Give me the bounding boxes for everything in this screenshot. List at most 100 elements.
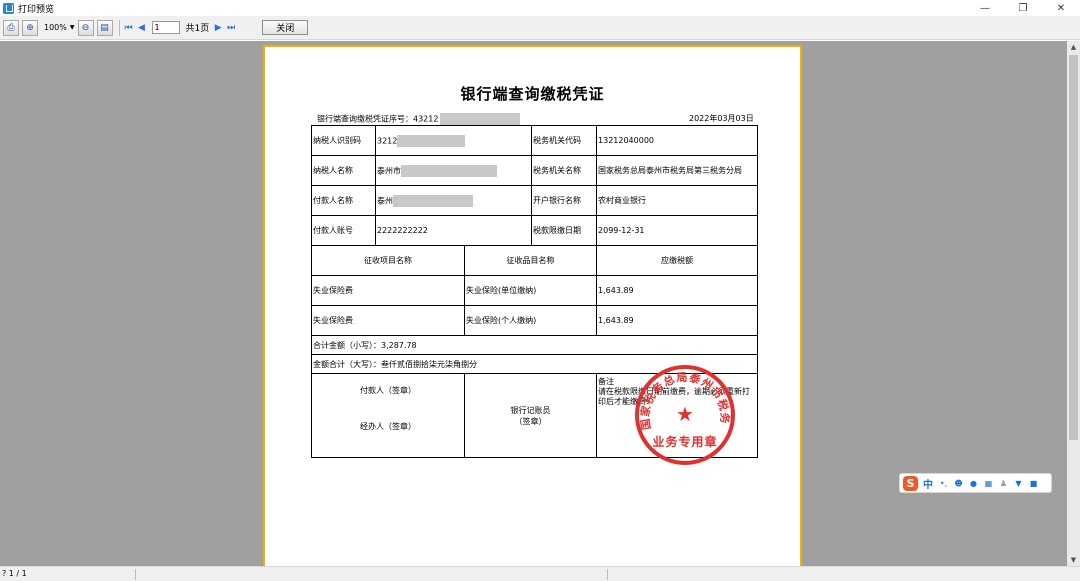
document-page: 银行端查询缴税凭证 银行端查询缴税凭证序号：43212 2022年03月03日 … [263,45,802,569]
column-header: 征收项目名称 [311,245,465,276]
field-label: 税务机关名称 [531,155,598,186]
toolbar: ⎙ ⊕ 100% ▼ ⊖ ▤ ⏮ ◀ 1 共1页 ▶ ⏭ 关闭 [0,16,1080,40]
sogou-logo-icon[interactable]: S [903,475,918,491]
item-name: 失业保险(个人缴纳) [463,305,598,336]
table-row: 失业保险费 失业保险(个人缴纳) 1,643.89 [311,305,759,336]
field-label: 税款限缴日期 [531,215,598,246]
item-project: 失业保险费 [311,275,465,306]
field-value-text: 泰州 [377,196,393,205]
field-label: 开户银行名称 [531,185,598,216]
first-page-icon: ⏮ [124,22,133,33]
last-page-icon: ⏭ [227,22,236,33]
mic-icon[interactable]: ● [969,479,978,488]
item-name: 失业保险(单位缴纳) [463,275,598,306]
column-header: 征收品目名称 [463,245,598,276]
prev-page-icon: ◀ [138,22,145,33]
field-label: 纳税人识别码 [311,125,376,156]
items-header-row: 征收项目名称 征收品目名称 应缴税额 [311,245,759,276]
next-page-button[interactable]: ▶ [212,21,224,35]
zoom-in-button[interactable]: ⊕ [22,19,38,36]
printer-icon: ⎙ [7,22,15,33]
keyboard-icon[interactable]: ▦ [984,479,993,488]
bank-clerk-label: 银行记账员 [510,405,551,415]
table-row: 纳税人名称 泰州市 税务机关名称 国家税务总局泰州市税务局第三税务分局 [311,155,759,186]
total-small-row: 合计金额（小写）：3,287.78 [310,335,759,355]
close-preview-button[interactable]: 关闭 [262,20,309,35]
table-row: 付款人账号 2222222222 税款限缴日期 2099-12-31 [311,215,759,246]
redacted-block [401,164,497,177]
close-window-button[interactable]: ✕ [1042,0,1080,16]
serial-prefix: 43212 [413,114,439,124]
bank-clerk-cell: 银行记账员 （签章） [463,373,598,458]
zoom-out-button[interactable]: ⊖ [77,19,94,36]
handler-sign-label: 经办人（签章） [360,422,416,431]
payer-sign-cell: 付款人（签章） 经办人（签章） [311,373,465,458]
zoom-out-icon: ⊖ [81,22,90,33]
page-setup-button[interactable]: ▤ [96,19,113,36]
minimize-button[interactable]: — [966,0,1004,16]
scroll-up-icon[interactable]: ▲ [1067,41,1080,53]
official-seal-stamp: 国家税务总局泰州市税务局 ★ 业务专用章 [635,365,735,465]
table-row: 纳税人识别码 3212 税务机关代码 13212040000 [311,125,759,156]
ime-toolbar[interactable]: S 中 •, ☻ ● ▦ ♟ ▼ ■ [899,473,1052,493]
page-number-input[interactable]: 1 [151,21,180,34]
field-value: 13212040000 [596,125,759,156]
field-label: 付款人账号 [311,215,376,246]
serial-number: 银行端查询缴税凭证序号：43212 [317,113,521,125]
title-bar: 打印预览 — ❐ ✕ [0,0,1080,16]
serial-label: 银行端查询缴税凭证序号： [317,114,413,124]
toolbar-divider [118,19,120,36]
shirt-icon[interactable]: ▼ [1014,479,1023,488]
field-value: 农村商业银行 [596,185,759,216]
field-value: 2099-12-31 [596,215,759,246]
emoji-icon[interactable]: ☻ [954,479,963,488]
payer-sign-label: 付款人（签章） [360,386,416,395]
ime-mode-toggle[interactable]: 中 [923,476,933,491]
status-divider [135,569,136,580]
window-title: 打印预览 [18,4,55,15]
field-value: 泰州 [374,185,533,216]
vertical-scrollbar[interactable]: ▲ ▼ [1067,41,1080,566]
field-value-text: 3212 [377,136,398,145]
prev-page-button[interactable]: ◀ [136,21,148,35]
grid-icon[interactable]: ■ [1029,479,1038,488]
document-date: 2022年03月03日 [689,114,754,123]
field-value: 2222222222 [374,215,533,246]
item-amount: 1,643.89 [596,305,759,336]
zoom-select[interactable]: 100% ▼ [44,23,75,32]
field-label: 付款人名称 [311,185,376,216]
chevron-down-icon: ▼ [69,24,75,31]
first-page-button[interactable]: ⏮ [123,21,135,35]
item-amount: 1,643.89 [596,275,759,306]
field-label: 纳税人名称 [311,155,376,186]
scrollbar-thumb[interactable] [1069,55,1078,440]
item-project: 失业保险费 [311,305,465,336]
status-bar: ? 1 / 1 [0,566,1080,581]
zoom-value: 100% [44,23,67,32]
comma-icon[interactable]: •, [939,479,948,488]
window-controls: — ❐ ✕ [966,0,1080,16]
page-info: ? 1 / 1 [2,569,27,578]
field-value: 国家税务总局泰州市税务局第三税务分局 [596,155,759,186]
star-icon: ★ [676,402,694,426]
print-preview-app-icon [3,2,14,14]
redacted-block [440,113,521,125]
total-small: 合计金额（小写）：3,287.78 [310,335,759,355]
next-page-icon: ▶ [214,22,222,33]
field-label: 税务机关代码 [531,125,598,156]
maximize-button[interactable]: ❐ [1004,0,1042,16]
status-divider [607,569,608,580]
field-value: 泰州市 [374,155,533,186]
document-title: 银行端查询缴税凭证 [460,85,605,103]
table-row: 失业保险费 失业保险(单位缴纳) 1,643.89 [311,275,759,306]
seal-bottom-text: 业务专用章 [652,435,718,449]
last-page-button[interactable]: ⏭ [225,21,237,35]
column-header: 应缴税额 [596,245,759,276]
scroll-down-icon[interactable]: ▼ [1067,554,1080,566]
bank-clerk-sign-label: （签章） [514,416,547,426]
user-icon[interactable]: ♟ [999,479,1008,488]
table-row: 付款人名称 泰州 开户银行名称 农村商业银行 [311,185,759,216]
total-pages-label: 共1页 [185,24,210,34]
field-value-text: 泰州市 [377,166,401,175]
print-button[interactable]: ⎙ [3,19,19,36]
